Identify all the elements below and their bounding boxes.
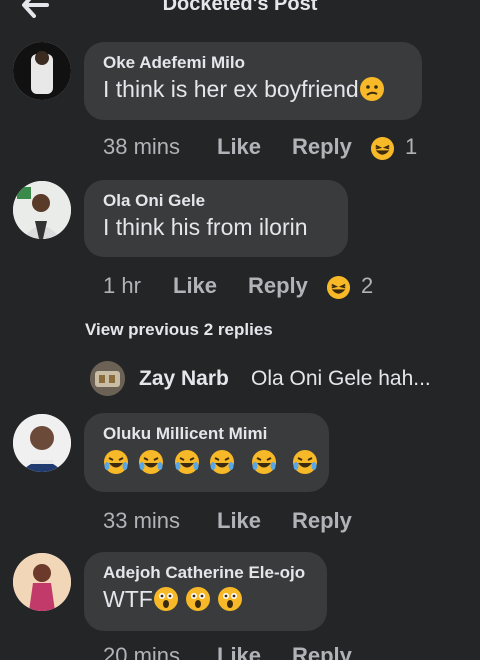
comment-bubble[interactable]: Oke Adefemi Milo I think is her ex boyfr…: [84, 42, 422, 120]
comment-time: 38 mins: [103, 134, 181, 159]
comment-time: 33 mins: [103, 508, 181, 533]
comment-author[interactable]: Oluku Millicent Mimi: [103, 423, 311, 445]
tears-of-joy-emoji-icon: [139, 450, 164, 474]
comment-time: 20 mins: [103, 643, 181, 660]
tears-of-joy-emoji-icon: [174, 450, 199, 474]
reply-button[interactable]: Reply: [248, 273, 308, 299]
laughing-emoji-icon: [370, 136, 395, 160]
reply-button[interactable]: Reply: [292, 134, 352, 160]
reaction-summary[interactable]: 1: [370, 134, 417, 161]
reaction-count: 1: [405, 134, 418, 159]
comment-bubble[interactable]: Ola Oni Gele I think his from ilorin: [84, 180, 348, 257]
comment-author[interactable]: Adejoh Catherine Ele-ojo: [103, 562, 309, 584]
shocked-emoji-icon: [185, 587, 210, 611]
tears-of-joy-emoji-icon: [104, 450, 128, 474]
comment-text: WTF: [103, 584, 309, 614]
tears-of-joy-emoji-icon: [292, 450, 317, 474]
comment-text: I think is her ex boyfriend: [103, 74, 404, 104]
tears-of-joy-emoji-icon: [251, 450, 276, 474]
shocked-emoji-icon: [153, 587, 178, 611]
reply-text: Ola Oni Gele hah...: [251, 367, 431, 390]
shocked-emoji-icon: [217, 587, 242, 611]
comment-time: 1 hr: [103, 273, 141, 298]
comment-author[interactable]: Ola Oni Gele: [103, 190, 330, 212]
like-button[interactable]: Like: [217, 134, 261, 160]
comment-text: I think his from ilorin: [103, 214, 308, 240]
tears-of-joy-emoji-icon: [210, 450, 235, 474]
reply-button[interactable]: Reply: [292, 508, 352, 534]
like-button[interactable]: Like: [217, 643, 261, 660]
post-header: Docketed's Post: [0, 0, 480, 22]
comment-author[interactable]: Oke Adefemi Milo: [103, 52, 404, 74]
like-button[interactable]: Like: [217, 508, 261, 534]
avatar[interactable]: [13, 42, 71, 100]
avatar[interactable]: [13, 553, 71, 611]
avatar[interactable]: [13, 414, 71, 472]
reaction-summary[interactable]: 2: [326, 273, 373, 300]
comment-bubble[interactable]: Oluku Millicent Mimi: [84, 413, 329, 492]
reply-author[interactable]: Zay Narb: [139, 367, 229, 391]
like-button[interactable]: Like: [173, 273, 217, 299]
laughing-emoji-icon: [326, 275, 351, 299]
reply-button[interactable]: Reply: [292, 643, 352, 660]
comment-text: [103, 447, 317, 477]
view-previous-replies-link[interactable]: View previous 2 replies: [85, 320, 273, 340]
page-title: Docketed's Post: [162, 0, 318, 15]
avatar[interactable]: [13, 181, 71, 239]
avatar[interactable]: [90, 361, 125, 396]
comment-bubble[interactable]: Adejoh Catherine Ele-ojo WTF: [84, 552, 327, 631]
confused-emoji-icon: [359, 77, 384, 101]
reaction-count: 2: [361, 273, 374, 298]
